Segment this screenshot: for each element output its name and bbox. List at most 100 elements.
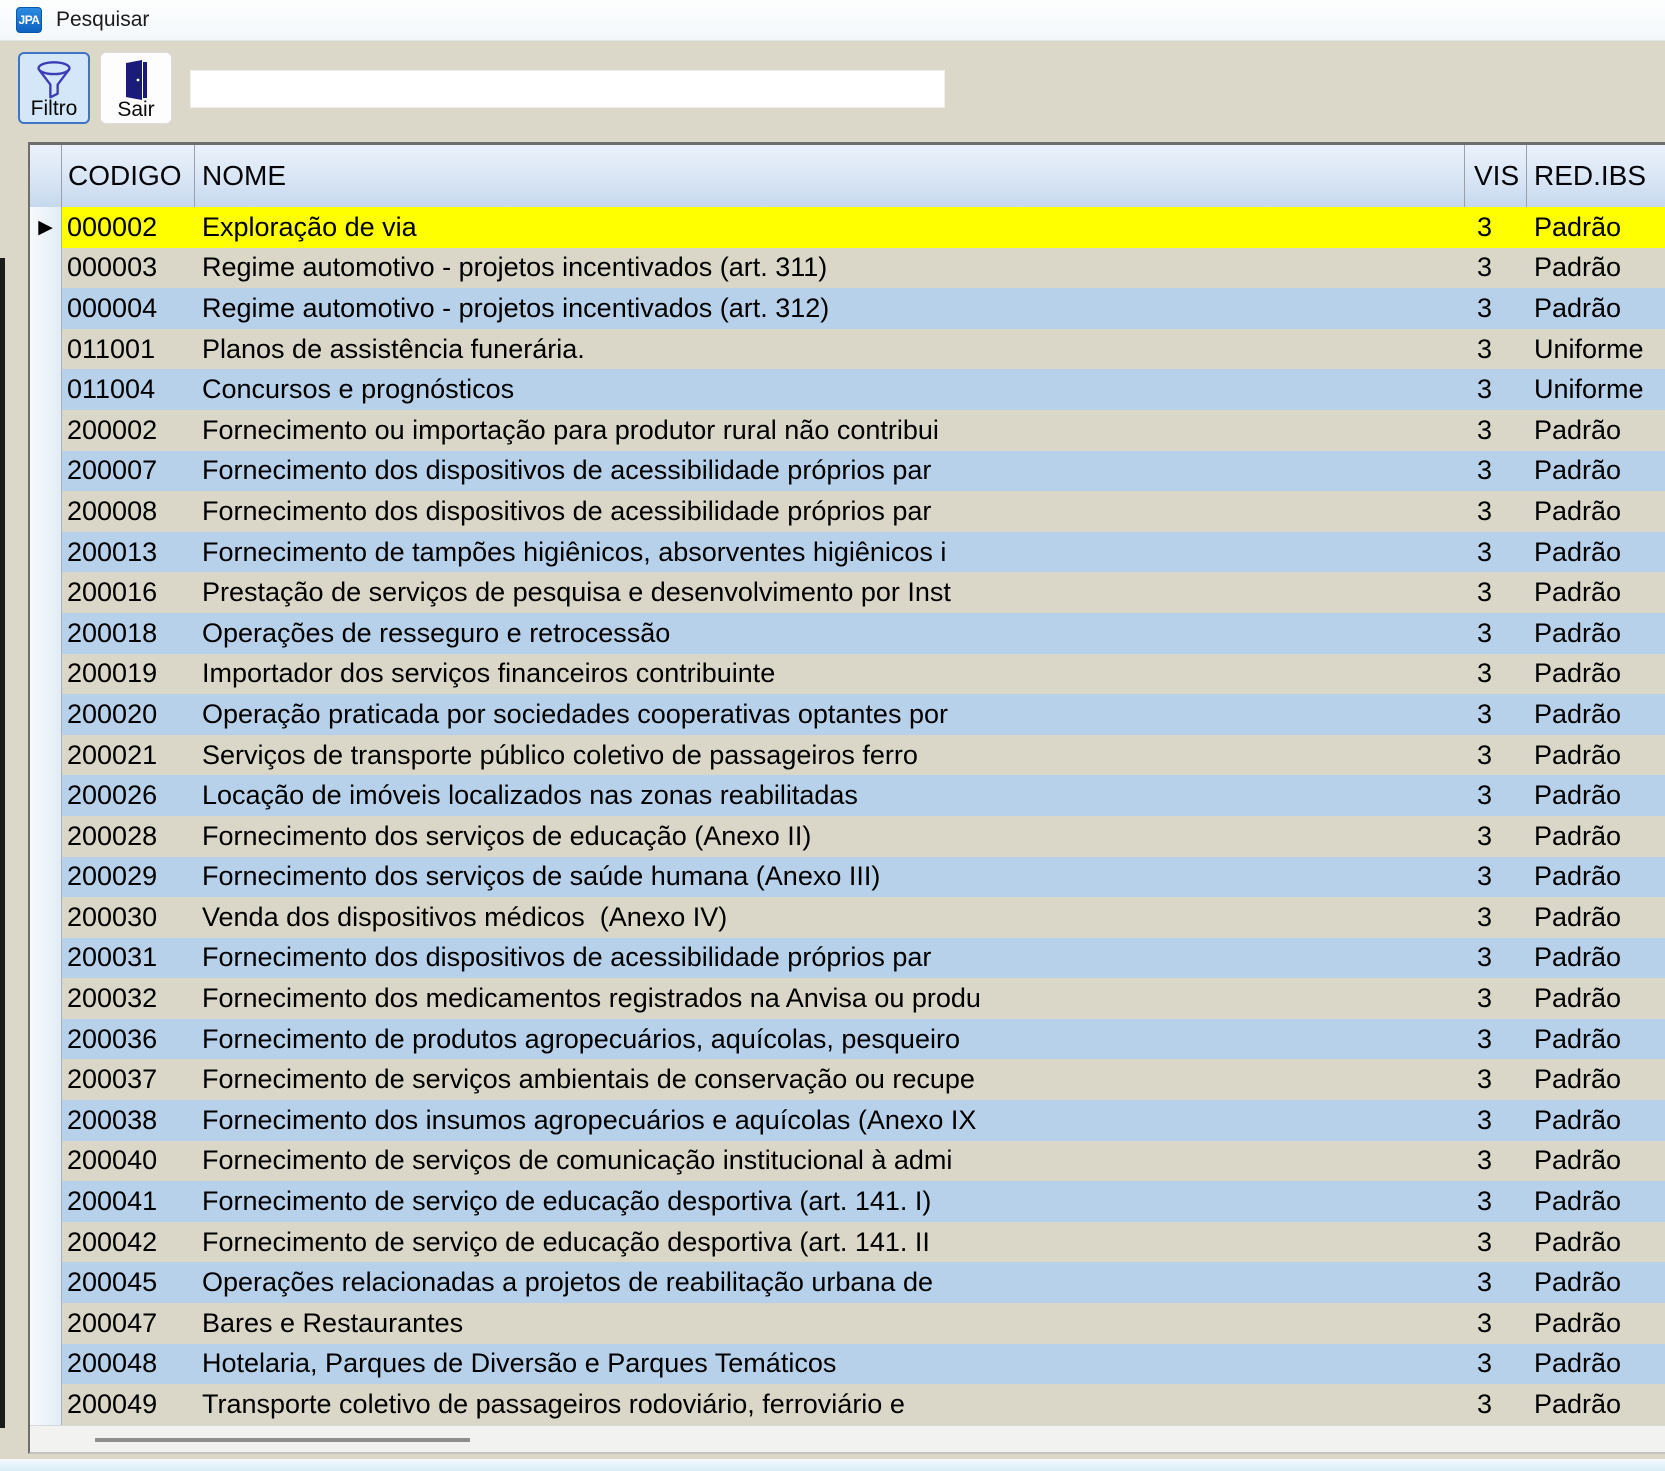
cell-vis: 3 [1465,451,1527,492]
table-row[interactable]: 200049 Transporte coletivo de passageiro… [30,1384,1665,1425]
cell-codigo: 000003 [62,248,195,289]
table-row[interactable]: 200030 Venda dos dispositivos médicos (A… [30,897,1665,938]
table-row[interactable]: 011001 Planos de assistência funerária. … [30,329,1665,370]
cell-vis: 3 [1465,1141,1527,1182]
row-selector-cell [30,532,62,573]
cell-codigo: 011001 [62,329,195,370]
cell-redibs: Padrão [1527,248,1665,289]
table-row[interactable]: 011004 Concursos e prognósticos 3 Unifor… [30,369,1665,410]
table-row[interactable]: 200028 Fornecimento dos serviços de educ… [30,816,1665,857]
cell-nome: Fornecimento dos dispositivos de acessib… [195,491,1465,532]
current-row-marker: ▶ [38,216,53,239]
cell-codigo: 200049 [62,1384,195,1425]
cell-vis: 3 [1465,816,1527,857]
table-row[interactable]: 200038 Fornecimento dos insumos agropecu… [30,1100,1665,1141]
row-selector-cell [30,1344,62,1385]
table-row[interactable]: 200042 Fornecimento de serviço de educaç… [30,1222,1665,1263]
row-selector-cell: ▶ [30,207,62,248]
grid-body: ▶ 000002 Exploração de via 3 Padrão 0000… [30,207,1665,1425]
cell-codigo: 200021 [62,735,195,776]
column-header-redibs[interactable]: RED.IBS [1527,145,1665,207]
cell-codigo: 200038 [62,1100,195,1141]
table-row[interactable]: 200008 Fornecimento dos dispositivos de … [30,491,1665,532]
table-row[interactable]: 200026 Locação de imóveis localizados na… [30,775,1665,816]
row-selector-cell [30,735,62,776]
row-selector-cell [30,897,62,938]
cell-vis: 3 [1465,572,1527,613]
table-row[interactable]: 200018 Operações de resseguro e retroces… [30,613,1665,654]
table-row[interactable]: 200047 Bares e Restaurantes 3 Padrão [30,1303,1665,1344]
row-selector-cell [30,694,62,735]
table-row[interactable]: 000003 Regime automotivo - projetos ince… [30,248,1665,289]
row-selector-cell [30,1019,62,1060]
column-header-vis[interactable]: VIS [1465,145,1527,207]
cell-vis: 3 [1465,1100,1527,1141]
row-selector-cell [30,288,62,329]
table-row[interactable]: 200021 Serviços de transporte público co… [30,735,1665,776]
cell-redibs: Padrão [1527,857,1665,898]
cell-codigo: 200002 [62,410,195,451]
row-selector-cell [30,491,62,532]
row-selector-cell [30,938,62,979]
cell-redibs: Padrão [1527,1141,1665,1182]
cell-codigo: 200018 [62,613,195,654]
table-row[interactable]: 200029 Fornecimento dos serviços de saúd… [30,857,1665,898]
row-selector-cell [30,978,62,1019]
table-row[interactable]: 200036 Fornecimento de produtos agropecu… [30,1019,1665,1060]
row-selector-cell [30,654,62,695]
row-selector-cell [30,451,62,492]
cell-nome: Serviços de transporte público coletivo … [195,735,1465,776]
cell-nome: Locação de imóveis localizados nas zonas… [195,775,1465,816]
cell-nome: Operação praticada por sociedades cooper… [195,694,1465,735]
data-grid: CODIGO NOME VIS RED.IBS ▶ 000002 Explora… [28,142,1665,1454]
cell-redibs: Padrão [1527,775,1665,816]
row-selector-cell [30,369,62,410]
cell-nome: Prestação de serviços de pesquisa e dese… [195,572,1465,613]
cell-codigo: 200026 [62,775,195,816]
table-row[interactable]: 200007 Fornecimento dos dispositivos de … [30,451,1665,492]
cell-redibs: Padrão [1527,491,1665,532]
cell-nome: Fornecimento de serviços de comunicação … [195,1141,1465,1182]
scrollbar-thumb[interactable] [95,1438,470,1442]
table-row[interactable]: 200016 Prestação de serviços de pesquisa… [30,572,1665,613]
cell-vis: 3 [1465,1262,1527,1303]
table-row[interactable]: 200045 Operações relacionadas a projetos… [30,1262,1665,1303]
table-row[interactable]: 200032 Fornecimento dos medicamentos reg… [30,978,1665,1019]
cell-nome: Fornecimento dos dispositivos de acessib… [195,451,1465,492]
cell-nome: Fornecimento ou importação para produtor… [195,410,1465,451]
search-input[interactable] [190,70,945,108]
table-row[interactable]: 200013 Fornecimento de tampões higiênico… [30,532,1665,573]
table-row[interactable]: 200031 Fornecimento dos dispositivos de … [30,938,1665,979]
table-row[interactable]: 200048 Hotelaria, Parques de Diversão e … [30,1344,1665,1385]
table-row[interactable]: 200019 Importador dos serviços financeir… [30,654,1665,695]
cell-nome: Fornecimento dos dispositivos de acessib… [195,938,1465,979]
table-row[interactable]: 000004 Regime automotivo - projetos ince… [30,288,1665,329]
filter-button[interactable]: Filtro [18,52,90,124]
cell-codigo: 200007 [62,451,195,492]
exit-button[interactable]: Sair [100,52,172,124]
cell-nome: Transporte coletivo de passageiros rodov… [195,1384,1465,1425]
row-selector-cell [30,1181,62,1222]
cell-vis: 3 [1465,978,1527,1019]
table-row[interactable]: ▶ 000002 Exploração de via 3 Padrão [30,207,1665,248]
cell-vis: 3 [1465,1181,1527,1222]
cell-redibs: Padrão [1527,207,1665,248]
cell-nome: Operações de resseguro e retrocessão [195,613,1465,654]
table-row[interactable]: 200020 Operação praticada por sociedades… [30,694,1665,735]
column-header-codigo[interactable]: CODIGO [62,145,195,207]
horizontal-scrollbar[interactable] [30,1425,1665,1454]
table-row[interactable]: 200041 Fornecimento de serviço de educaç… [30,1181,1665,1222]
cell-redibs: Padrão [1527,1059,1665,1100]
row-selector-cell [30,613,62,654]
cell-vis: 3 [1465,207,1527,248]
cell-vis: 3 [1465,775,1527,816]
cell-redibs: Padrão [1527,1303,1665,1344]
table-row[interactable]: 200002 Fornecimento ou importação para p… [30,410,1665,451]
table-row[interactable]: 200040 Fornecimento de serviços de comun… [30,1141,1665,1182]
table-row[interactable]: 200037 Fornecimento de serviços ambienta… [30,1059,1665,1100]
cell-nome: Regime automotivo - projetos incentivado… [195,288,1465,329]
cell-redibs: Padrão [1527,288,1665,329]
cell-redibs: Padrão [1527,410,1665,451]
cell-vis: 3 [1465,857,1527,898]
column-header-nome[interactable]: NOME [195,145,1465,207]
